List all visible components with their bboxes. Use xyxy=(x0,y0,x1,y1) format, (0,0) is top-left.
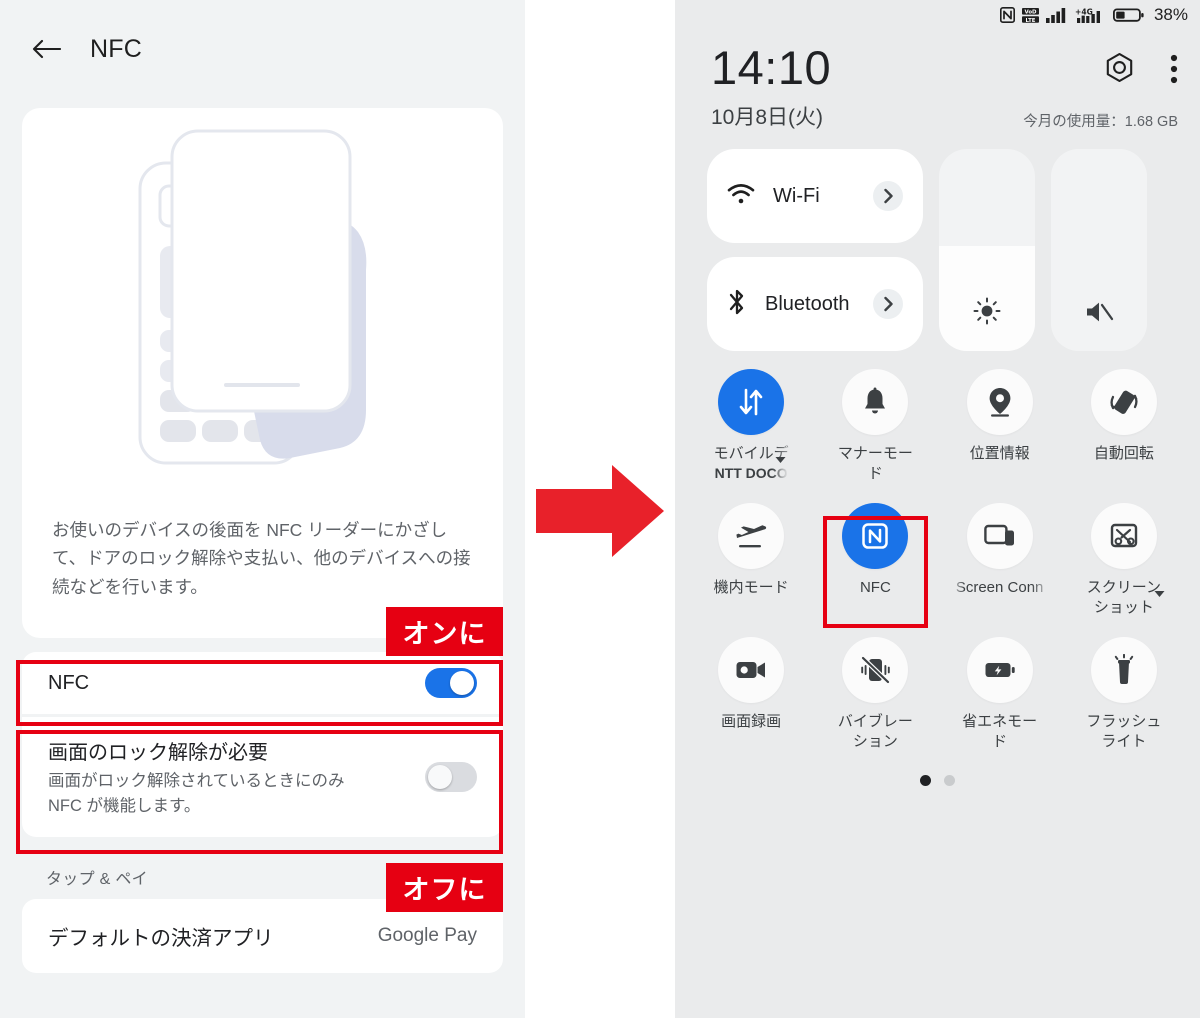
tile-auto-rotate[interactable]: 自動回転 xyxy=(1062,369,1186,491)
battery-icon xyxy=(1112,7,1144,23)
wifi-tile[interactable]: Wi-Fi xyxy=(707,149,923,243)
arrow-left-icon xyxy=(31,37,61,61)
tile-auto-rotate-label: 自動回転 xyxy=(1093,445,1154,462)
on-annotation-badge: オンに xyxy=(386,607,503,656)
4g-signal-icon: +4G xyxy=(1075,7,1106,23)
tile-screen-connect-label: Screen Conn xyxy=(955,579,1044,596)
tile-silent-mode-label: マナーモー ド xyxy=(837,445,913,482)
tile-vibration-label: バイブレー ション xyxy=(837,713,913,750)
tile-battery-saver-label: 省エネモー ド xyxy=(962,713,1038,750)
tile-mobile-data-carrier: NTT DOCO xyxy=(714,464,788,481)
nfc-icon xyxy=(842,503,909,569)
quick-settings-panel: VoD LTE +4G 38% 14:10 10月8日(火) 今月の使用量：1.… xyxy=(675,0,1200,1018)
wifi-tile-label: Wi-Fi xyxy=(773,184,820,207)
nfc-illustration xyxy=(22,108,503,508)
quick-tiles-row: 画面録画 バイブレー ション 省エネモー ド フラッシュ ライト xyxy=(689,637,1186,759)
flashlight-icon xyxy=(1090,637,1157,703)
clock-date: 10月8日(火) xyxy=(711,106,824,129)
tile-nfc-label: NFC xyxy=(859,579,891,596)
page-dot-2[interactable] xyxy=(944,775,955,786)
transition-arrow-zone xyxy=(525,0,675,1018)
quick-tiles-grid: モバイルデ NTT DOCO マナーモー ド 位置情報 自動回転 機内モード N… xyxy=(675,351,1200,786)
page-indicator xyxy=(689,775,1186,786)
back-button[interactable] xyxy=(24,27,68,71)
page-dot-1[interactable] xyxy=(920,775,931,786)
nfc-toggle-row[interactable]: NFC xyxy=(22,652,503,714)
tile-airplane-mode-label: 機内モード xyxy=(713,579,789,596)
nfc-hero-card: お使いのデバイスの後面を NFC リーダーにかざして、ドアのロック解除や支払い、… xyxy=(22,108,503,638)
tile-screen-record[interactable]: 画面録画 xyxy=(689,637,813,759)
clock-block: 14:10 10月8日(火) xyxy=(711,44,831,131)
app-bar: NFC xyxy=(0,0,525,98)
chevron-right-icon[interactable] xyxy=(873,181,903,211)
tile-vibration[interactable]: バイブレー ション xyxy=(813,637,937,759)
airplane-icon xyxy=(718,503,785,569)
screenshot-icon xyxy=(1090,503,1157,569)
bluetooth-tile-label: Bluetooth xyxy=(765,292,850,315)
quick-tiles-row: モバイルデ NTT DOCO マナーモー ド 位置情報 自動回転 xyxy=(689,369,1186,491)
tile-screenshot[interactable]: スクリーン ショット xyxy=(1062,503,1186,625)
tile-location[interactable]: 位置情報 xyxy=(938,369,1062,491)
chevron-down-icon[interactable] xyxy=(1154,585,1165,603)
quick-tiles-row: 機内モード NFC Screen Conn スクリーン ショット xyxy=(689,503,1186,625)
wifi-icon xyxy=(727,183,755,210)
require-unlock-row[interactable]: 画面のロック解除が必要 画面がロック解除されているときにのみ NFC が機能しま… xyxy=(22,717,503,837)
tile-silent-mode[interactable]: マナーモー ド xyxy=(813,369,937,491)
svg-text:VoD: VoD xyxy=(1024,9,1037,15)
more-vertical-icon[interactable] xyxy=(1170,54,1178,89)
bell-icon xyxy=(842,369,909,435)
tile-flashlight[interactable]: フラッシュ ライト xyxy=(1062,637,1186,759)
require-unlock-description: 画面がロック解除されているときにのみ NFC が機能します。 xyxy=(48,771,345,815)
tile-nfc[interactable]: NFC xyxy=(813,503,937,625)
tile-mobile-data-label: モバイルデ xyxy=(713,445,789,462)
volume-mute-icon xyxy=(1051,299,1147,325)
svg-text:LTE: LTE xyxy=(1026,17,1036,23)
quick-settings-header: 14:10 10月8日(火) 今月の使用量：1.68 GB xyxy=(675,30,1200,131)
off-annotation-badge: オフに xyxy=(386,863,503,912)
nfc-toggle-label: NFC xyxy=(48,671,90,694)
gear-icon[interactable] xyxy=(1103,52,1136,90)
location-pin-icon xyxy=(966,369,1033,435)
mobile-data-icon xyxy=(718,369,785,435)
page-title: NFC xyxy=(90,34,142,63)
volte-status-icon: VoD LTE xyxy=(1021,7,1039,24)
screen-cast-icon xyxy=(966,503,1033,569)
tile-airplane-mode[interactable]: 機内モード xyxy=(689,503,813,625)
bluetooth-icon xyxy=(727,288,747,321)
vibration-off-icon xyxy=(842,637,909,703)
battery-saver-icon xyxy=(966,637,1033,703)
bluetooth-tile[interactable]: Bluetooth xyxy=(707,257,923,351)
tile-screen-connect[interactable]: Screen Conn xyxy=(938,503,1062,625)
tile-screen-record-label: 画面録画 xyxy=(721,713,782,730)
brightness-icon xyxy=(939,297,1035,325)
auto-rotate-icon xyxy=(1090,369,1157,435)
signal-bars-icon xyxy=(1045,7,1068,23)
arrow-right-icon xyxy=(536,465,664,562)
status-bar: VoD LTE +4G 38% xyxy=(675,0,1200,30)
clock-time: 14:10 xyxy=(711,41,832,94)
tile-mobile-data[interactable]: モバイルデ NTT DOCO xyxy=(689,369,813,491)
tile-location-label: 位置情報 xyxy=(969,445,1030,462)
screen-record-icon xyxy=(718,637,785,703)
nfc-status-icon xyxy=(999,7,1015,23)
nfc-description: お使いのデバイスの後面を NFC リーダーにかざして、ドアのロック解除や支払い、… xyxy=(52,520,471,597)
default-payment-app-value: Google Pay xyxy=(377,925,477,946)
nfc-settings-screen: NFC お使いのデバイスの後面を NFC リーダーにかざして、ドアのロック解除や… xyxy=(0,0,525,1018)
svg-text:+4G: +4G xyxy=(1075,8,1093,17)
default-payment-app-label: デフォルトの決済アプリ xyxy=(48,927,274,950)
tile-flashlight-label: フラッシュ ライト xyxy=(1086,713,1162,750)
require-unlock-switch[interactable] xyxy=(425,762,477,792)
tile-battery-saver[interactable]: 省エネモー ド xyxy=(938,637,1062,759)
primary-tiles: Wi-Fi Bluetooth xyxy=(675,131,1200,351)
chevron-right-icon[interactable] xyxy=(873,289,903,319)
brightness-slider[interactable] xyxy=(939,149,1035,351)
data-usage-label: 今月の使用量：1.68 GB xyxy=(1023,114,1178,130)
battery-percent-label: 38% xyxy=(1153,5,1188,24)
nfc-toggle-switch[interactable] xyxy=(425,668,477,698)
volume-slider[interactable] xyxy=(1051,149,1147,351)
require-unlock-label: 画面のロック解除が必要 xyxy=(48,741,268,764)
